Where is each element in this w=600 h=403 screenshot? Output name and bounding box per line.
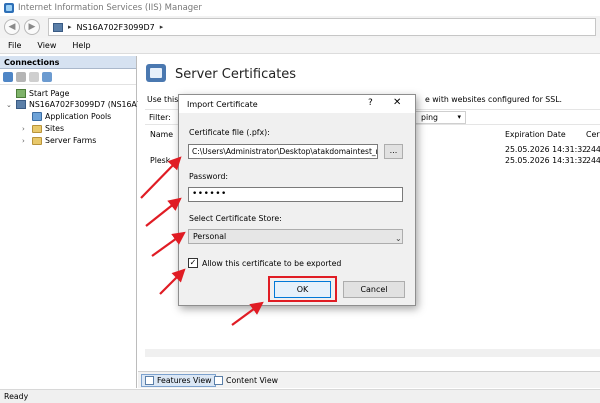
horizontal-scrollbar[interactable] (145, 349, 600, 357)
tree-server-node[interactable]: ⌄ NS16A702F3099D7 (NS16A702 (6, 100, 152, 109)
iis-app-icon (4, 3, 14, 13)
expand-icon[interactable]: › (22, 125, 29, 133)
tree-start-page[interactable]: Start Page (6, 89, 69, 98)
connect-icon[interactable] (3, 71, 13, 82)
start-page-icon (16, 89, 26, 98)
menu-file[interactable]: File (0, 41, 29, 50)
password-label: Password: (189, 172, 229, 181)
table-row-cert[interactable]: 2443 (586, 156, 600, 165)
group-by-select[interactable]: ping (408, 111, 466, 124)
address-bar: ◀ ▶ ▸ NS16A702F3099D7 ▸ (0, 16, 600, 38)
status-bar: Ready (0, 389, 600, 403)
content-view-icon (214, 376, 223, 385)
sites-folder-icon (32, 124, 42, 133)
expand-icon[interactable]: › (22, 137, 29, 145)
cancel-button[interactable]: Cancel (343, 281, 405, 298)
table-row-cert[interactable]: 2443 (586, 145, 600, 154)
table-row-name[interactable]: Plesk (150, 156, 170, 165)
page-description-right: e with websites configured for SSL. (425, 95, 563, 104)
collapse-icon[interactable]: ⌄ (6, 101, 13, 109)
browse-button[interactable]: ... (384, 144, 403, 159)
tab-features-view[interactable]: Features View (141, 374, 216, 387)
forward-button[interactable]: ▶ (24, 19, 40, 35)
address-path[interactable]: ▸ NS16A702F3099D7 ▸ (48, 18, 596, 36)
cert-file-input[interactable]: C:\Users\Administrator\Desktop\atakdomai… (188, 144, 378, 159)
table-row-expiration[interactable]: 25.05.2026 14:31:32 (505, 145, 587, 154)
window-title-bar: Internet Information Services (IIS) Mana… (0, 0, 600, 16)
connections-toolbar (0, 69, 136, 85)
page-title: Server Certificates (175, 67, 297, 82)
breadcrumb-server[interactable]: NS16A702F3099D7 (77, 23, 155, 32)
store-label: Select Certificate Store: (189, 214, 282, 223)
breadcrumb-arrow-icon: ▸ (159, 23, 164, 31)
up-icon[interactable] (29, 71, 39, 82)
certificate-store-value: Personal (193, 232, 227, 241)
allow-export-label[interactable]: Allow this certificate to be exported (202, 259, 341, 268)
globe-icon[interactable] (42, 71, 52, 82)
import-certificate-dialog: Import Certificate ? ✕ Certificate file … (178, 94, 416, 306)
column-header-cert[interactable]: Cert (586, 130, 600, 139)
column-header-name[interactable]: Name (150, 130, 173, 139)
features-view-icon (145, 376, 154, 385)
ok-button[interactable]: OK (274, 281, 331, 298)
connections-pane: Connections Start Page ⌄ NS16A702F3099D7… (0, 56, 152, 388)
menu-view[interactable]: View (29, 41, 64, 50)
tree-application-pools[interactable]: Application Pools (22, 112, 111, 121)
save-icon[interactable] (16, 71, 26, 82)
application-pools-icon (32, 112, 42, 121)
allow-export-checkbox[interactable]: ✓ (188, 258, 198, 268)
view-tabs: Features View Content View (138, 371, 600, 388)
dialog-title: Import Certificate (187, 100, 258, 109)
table-row-expiration[interactable]: 25.05.2026 14:31:32 (505, 156, 587, 165)
menu-bar: File View Help (0, 38, 600, 54)
server-farms-folder-icon (32, 136, 42, 145)
password-field[interactable]: •••••• (188, 187, 403, 202)
tree-sites[interactable]: › Sites (22, 124, 64, 133)
tree-server-farms[interactable]: › Server Farms (22, 136, 96, 145)
close-icon[interactable]: ✕ (393, 97, 401, 108)
dialog-title-bar: Import Certificate ? ✕ (179, 95, 415, 113)
menu-help[interactable]: Help (64, 41, 98, 50)
cert-file-label: Certificate file (.pfx): (189, 128, 270, 137)
server-icon (53, 22, 63, 32)
chevron-down-icon: ⌄ (395, 234, 402, 243)
certificate-store-select[interactable]: Personal ⌄ (188, 229, 403, 244)
connections-header: Connections (0, 56, 136, 69)
window-title: Internet Information Services (IIS) Mana… (18, 3, 202, 13)
column-header-expiration[interactable]: Expiration Date (505, 130, 566, 139)
filter-label: Filter: (149, 113, 171, 122)
help-icon[interactable]: ? (368, 98, 373, 108)
server-icon (16, 100, 26, 109)
tab-content-view[interactable]: Content View (211, 374, 281, 387)
server-certificates-icon (146, 64, 166, 82)
back-button[interactable]: ◀ (4, 19, 20, 35)
breadcrumb-arrow-icon: ▸ (68, 23, 72, 31)
